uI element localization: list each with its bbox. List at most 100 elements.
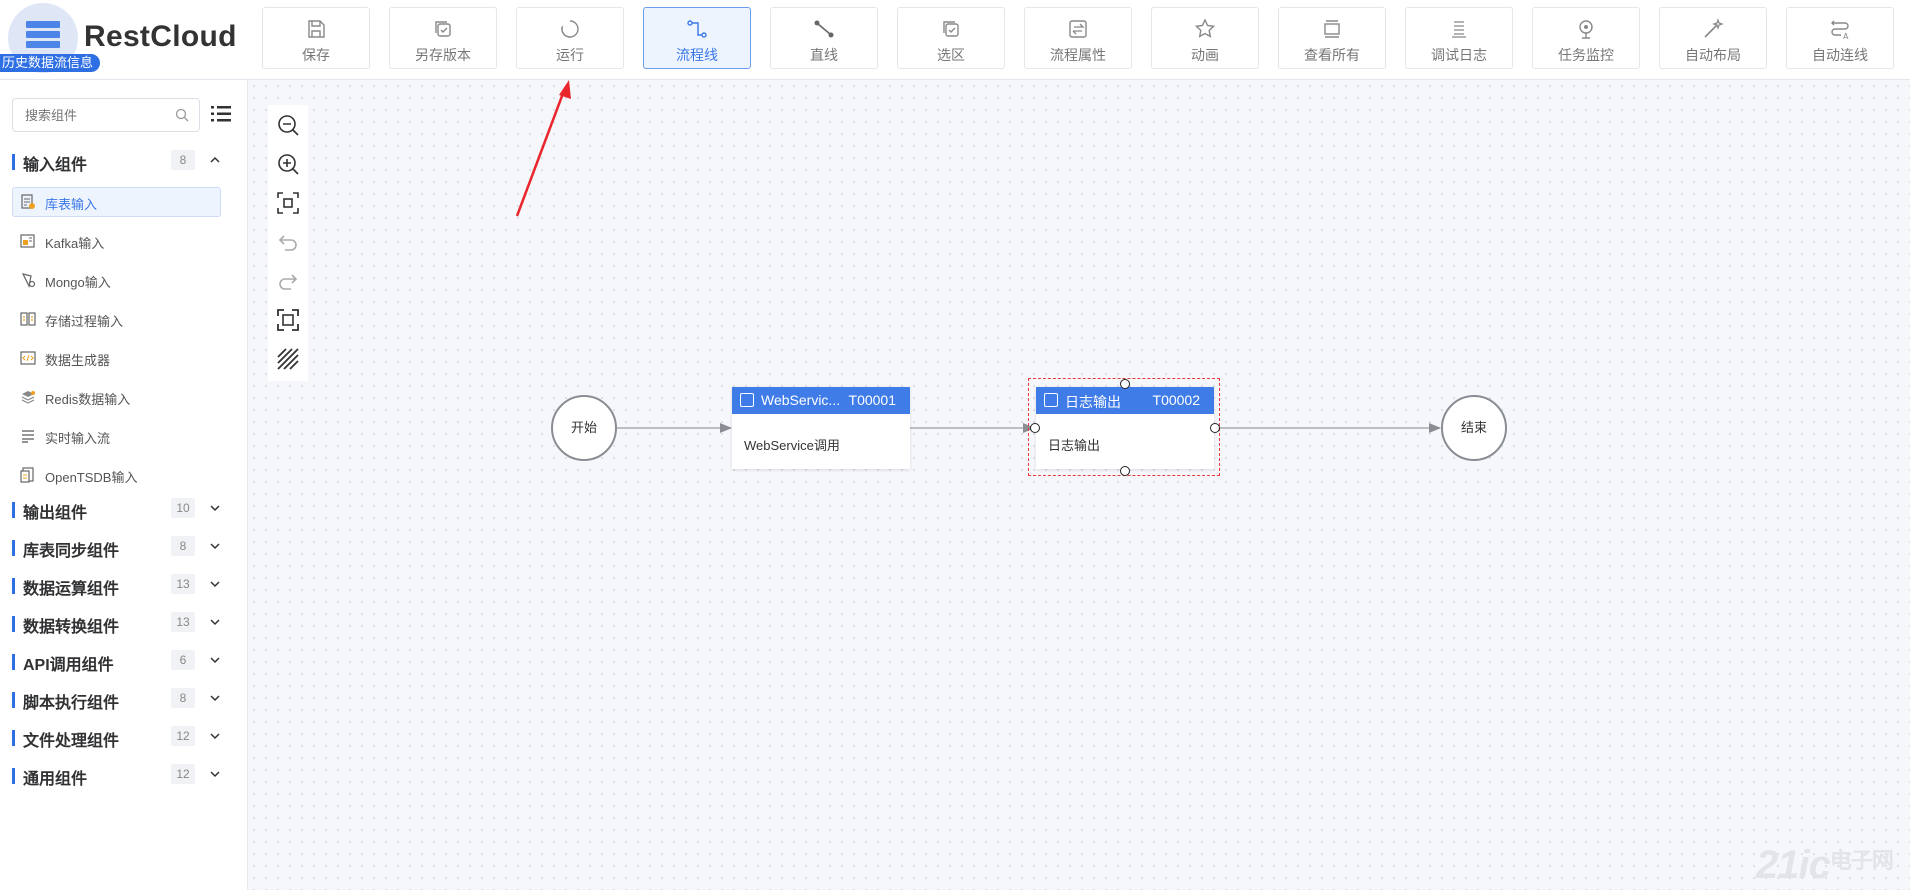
run-button[interactable]: 运行 <box>516 7 624 69</box>
save-version-icon <box>435 21 451 37</box>
component-sidebar: 输入组件 8 库表输入 Kafka输入 Mongo输入 存储过程输入 数据生成器… <box>0 80 248 890</box>
chevron-down-icon[interactable] <box>209 655 221 665</box>
auto-layout-button[interactable]: 自动布局 <box>1659 7 1767 69</box>
webservice-icon <box>740 393 754 407</box>
animation-icon <box>1194 18 1216 38</box>
category-table-sync-components[interactable]: 库表同步组件 8 <box>0 534 247 564</box>
component-search-input[interactable] <box>23 99 177 131</box>
category-api-call-components[interactable]: API调用组件 6 <box>0 648 247 678</box>
category-name: 数据运算组件 <box>23 581 120 598</box>
view-all-icon <box>1324 20 1340 38</box>
chevron-up-icon[interactable] <box>209 155 221 165</box>
list-view-icon[interactable] <box>210 104 232 124</box>
flow-properties-button[interactable]: 流程属性 <box>1024 7 1132 69</box>
task-header: 日志输出 T00002 <box>1036 387 1214 414</box>
chevron-down-icon[interactable] <box>209 503 221 513</box>
history-dataflow-badge[interactable]: 历史数据流信息 <box>0 54 101 72</box>
component-item-realtime-input-stream[interactable]: 实时输入流 <box>12 421 221 451</box>
top-toolbar: RestCloud 历史数据流信息 保存 另存版本 运行 流程线 直线 选区 流… <box>0 0 1910 80</box>
chevron-down-icon[interactable] <box>209 769 221 779</box>
task-body-label: WebService调用 <box>744 438 840 453</box>
category-data-operation-components[interactable]: 数据运算组件 13 <box>0 572 247 602</box>
category-output-components[interactable]: 输出组件 10 <box>0 496 247 526</box>
category-marker <box>12 154 15 170</box>
flow-line-button[interactable]: 流程线 <box>643 7 751 69</box>
run-label: 运行 <box>556 47 584 63</box>
fit-center-icon[interactable] <box>276 191 300 215</box>
save-icon <box>308 20 325 38</box>
auto-layout-label: 自动布局 <box>1685 47 1741 63</box>
category-name: 输出组件 <box>23 505 88 522</box>
category-marker <box>12 654 15 670</box>
table-input-icon <box>21 194 35 209</box>
canvas-tool-palette <box>268 105 308 381</box>
logo-icon <box>26 21 60 49</box>
chevron-down-icon[interactable] <box>209 731 221 741</box>
component-item-table-input[interactable]: 库表输入 <box>12 187 221 217</box>
chevron-down-icon[interactable] <box>209 693 221 703</box>
category-common-components[interactable]: 通用组件 12 <box>0 762 247 792</box>
category-script-execution-components[interactable]: 脚本执行组件 8 <box>0 686 247 716</box>
selection-button[interactable]: 选区 <box>897 7 1005 69</box>
category-count-badge: 13 <box>171 574 195 594</box>
start-node[interactable]: 开始 <box>551 395 617 461</box>
component-item-mongo-input[interactable]: Mongo输入 <box>12 265 221 295</box>
component-item-stored-procedure-input[interactable]: 存储过程输入 <box>12 304 221 334</box>
category-input-components[interactable]: 输入组件 8 <box>0 148 247 178</box>
straight-line-icon <box>814 20 834 38</box>
task-node-t00001[interactable]: WebServic... T00001 WebService调用 <box>732 387 910 469</box>
undo-icon[interactable] <box>276 230 300 254</box>
category-count-badge: 6 <box>171 650 195 670</box>
save-label: 保存 <box>302 47 330 63</box>
fit-screen-icon[interactable] <box>276 308 300 332</box>
component-item-label: 库表输入 <box>45 197 98 212</box>
site-watermark: 21ic电子网 <box>1756 843 1894 888</box>
chevron-down-icon[interactable] <box>209 579 221 589</box>
component-item-label: 存储过程输入 <box>45 314 124 329</box>
grid-toggle-icon[interactable] <box>276 347 300 371</box>
redo-icon[interactable] <box>276 269 300 293</box>
debug-log-icon <box>1452 21 1466 38</box>
save-version-label: 另存版本 <box>415 47 471 63</box>
chevron-down-icon[interactable] <box>209 617 221 627</box>
zoom-out-icon[interactable] <box>276 113 300 137</box>
watermark-text: 21ic <box>1756 843 1831 887</box>
debug-log-button[interactable]: 调试日志 <box>1405 7 1513 69</box>
search-icon[interactable] <box>175 108 189 122</box>
category-data-transform-components[interactable]: 数据转换组件 13 <box>0 610 247 640</box>
category-file-processing-components[interactable]: 文件处理组件 12 <box>0 724 247 754</box>
save-version-button[interactable]: 另存版本 <box>389 7 497 69</box>
run-icon <box>561 20 579 38</box>
task-node-t00002[interactable]: 日志输出 T00002 日志输出 <box>1036 387 1214 469</box>
category-name: 脚本执行组件 <box>23 695 120 712</box>
component-item-label: Redis数据输入 <box>45 392 131 407</box>
task-monitor-button[interactable]: 任务监控 <box>1532 7 1640 69</box>
zoom-in-icon[interactable] <box>276 152 300 176</box>
category-name: 文件处理组件 <box>23 733 120 750</box>
straight-line-button[interactable]: 直线 <box>770 7 878 69</box>
component-item-redis-input[interactable]: Redis数据输入 <box>12 382 221 412</box>
chevron-down-icon[interactable] <box>209 541 221 551</box>
component-item-data-generator[interactable]: 数据生成器 <box>12 343 221 373</box>
flow-properties-icon <box>1069 20 1087 38</box>
component-item-opentsdb-input[interactable]: OpenTSDB输入 <box>12 460 221 490</box>
save-button[interactable]: 保存 <box>262 7 370 69</box>
animation-button[interactable]: 动画 <box>1151 7 1259 69</box>
component-item-label: 数据生成器 <box>45 353 111 368</box>
connection-anchor-left[interactable] <box>1030 423 1040 433</box>
view-all-button[interactable]: 查看所有 <box>1278 7 1386 69</box>
debug-log-label: 调试日志 <box>1431 47 1487 63</box>
flow-canvas[interactable] <box>248 80 1910 890</box>
task-title: WebServic... <box>761 392 841 408</box>
connection-anchor-right[interactable] <box>1210 423 1220 433</box>
component-search-box[interactable] <box>12 98 200 132</box>
auto-connect-button[interactable]: A 自动连线 <box>1786 7 1894 69</box>
connection-anchor-top[interactable] <box>1120 379 1130 389</box>
category-marker <box>12 540 15 556</box>
category-marker <box>12 502 15 518</box>
category-marker <box>12 730 15 746</box>
end-node[interactable]: 结束 <box>1441 395 1507 461</box>
brand-name: RestCloud <box>84 20 237 53</box>
component-item-kafka-input[interactable]: Kafka输入 <box>12 226 221 256</box>
connection-anchor-bottom[interactable] <box>1120 466 1130 476</box>
